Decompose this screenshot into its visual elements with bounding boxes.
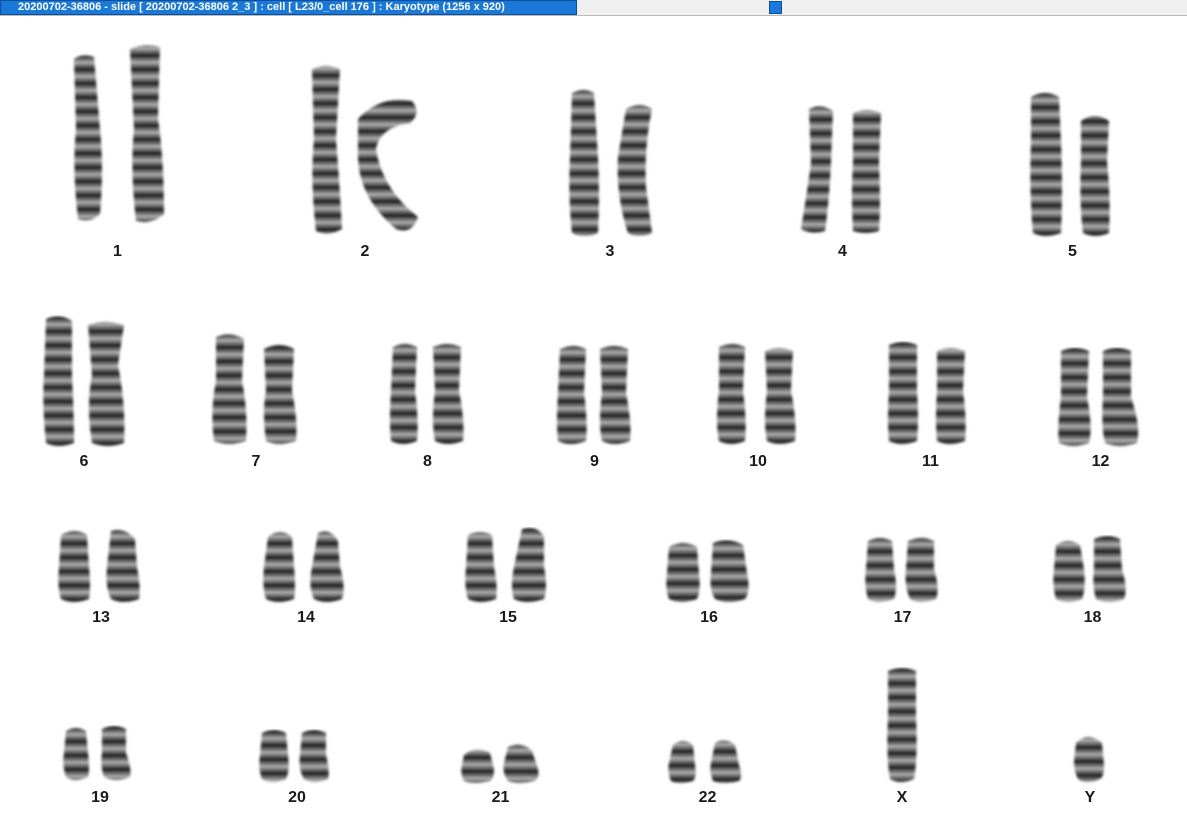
chromosome-label-15: 15 (499, 609, 517, 626)
chromosome-pair-7[interactable]: 7 (208, 331, 304, 471)
chromosome-label-y: Y (1084, 789, 1096, 806)
chromosome-y[interactable]: Y (1066, 731, 1114, 807)
chromosome-pair-5[interactable]: 5 (1025, 91, 1120, 261)
chromosome-label-16: 16 (700, 609, 718, 626)
window-title-tab[interactable]: 20200702-36806 - slide [ 20200702-36806 … (0, 0, 577, 15)
chromosome-18-image (1053, 536, 1126, 602)
chromosome-pair-17[interactable]: 17 (860, 535, 945, 627)
chromosome-label-14: 14 (297, 609, 315, 626)
chromosome-4-image (801, 106, 881, 233)
chromosome-11-image (888, 342, 966, 444)
chromosome-7-image (212, 334, 297, 444)
chromosome-label-3: 3 (605, 243, 615, 260)
chromosome-label-1: 1 (113, 243, 122, 260)
chromosome-pair-12[interactable]: 12 (1053, 347, 1148, 471)
chromosome-pair-10[interactable]: 10 (713, 341, 803, 471)
chromosome-pair-16[interactable]: 16 (663, 539, 755, 627)
chromosome-label-22: 22 (698, 789, 717, 806)
chromosome-y-image (1074, 737, 1104, 782)
chromosome-3-image (569, 90, 652, 236)
chromosome-label-x: X (896, 789, 908, 806)
chromosome-pair-1[interactable]: 1 (60, 39, 175, 261)
chromosome-21-image (461, 744, 539, 783)
chromosome-label-6: 6 (79, 453, 89, 470)
chromosome-2-image (312, 66, 418, 234)
title-bar: 20200702-36806 - slide [ 20200702-36806 … (0, 0, 1187, 16)
chromosome-label-21: 21 (491, 789, 510, 806)
chromosome-label-10: 10 (749, 453, 767, 470)
chromosome-pair-21[interactable]: 21 (458, 741, 543, 807)
chromosome-9-image (557, 346, 631, 444)
chromosome-label-20: 20 (288, 789, 306, 806)
chromosome-label-9: 9 (590, 453, 599, 470)
chromosome-x-image (887, 668, 917, 782)
chromosome-pair-8[interactable]: 8 (385, 341, 470, 471)
chromosome-label-18: 18 (1083, 609, 1102, 626)
chromosome-20-image (259, 730, 329, 782)
chromosome-22-image (668, 740, 741, 783)
chromosome-label-8: 8 (423, 453, 432, 470)
chromosome-13-image (58, 530, 140, 602)
chromosome-1-image (74, 45, 164, 223)
chromosome-15-image (465, 528, 546, 602)
chromosome-19-image (63, 726, 131, 780)
chromosome-label-4: 4 (838, 243, 847, 260)
chromosome-pair-19[interactable]: 19 (60, 725, 140, 807)
chromosome-6-image (43, 316, 125, 446)
chromosome-14-image (263, 531, 344, 602)
chromosome-pair-11[interactable]: 11 (883, 341, 978, 471)
chromosome-pair-18[interactable]: 18 (1050, 535, 1135, 627)
chromosome-pair-3[interactable]: 3 (560, 87, 660, 261)
chromosome-pair-6[interactable]: 6 (38, 315, 130, 471)
chromosome-pair-9[interactable]: 9 (552, 343, 637, 471)
chromosome-5-image (1030, 93, 1110, 236)
chromosome-pair-22[interactable]: 22 (665, 735, 750, 807)
scroll-thumb[interactable] (769, 1, 782, 14)
chromosome-label-13: 13 (92, 609, 110, 626)
chromosome-label-19: 19 (91, 789, 109, 806)
chromosome-16-image (666, 540, 749, 602)
chromosome-17-image (865, 538, 938, 602)
chromosome-pair-4[interactable]: 4 (795, 103, 890, 261)
chromosome-label-17: 17 (893, 609, 912, 626)
chromosome-10-image (717, 344, 796, 444)
karyotype-canvas: 1 2 3 4 5 6 7 8 9 10 11 12 13 14 15 16 1… (0, 17, 1187, 830)
chromosome-pair-14[interactable]: 14 (260, 527, 352, 627)
chromosome-label-2: 2 (360, 243, 370, 260)
chromosome-label-12: 12 (1091, 453, 1110, 470)
chromosome-pair-20[interactable]: 20 (256, 729, 338, 807)
chromosome-pair-13[interactable]: 13 (55, 527, 147, 627)
chromosome-8-image (390, 344, 464, 444)
chromosome-label-7: 7 (251, 453, 261, 470)
chromosome-pair-2[interactable]: 2 (300, 59, 430, 261)
chromosome-label-11: 11 (922, 453, 939, 470)
chromosome-pair-15[interactable]: 15 (462, 527, 554, 627)
chromosome-label-5: 5 (1068, 243, 1077, 260)
chromosome-12-image (1058, 348, 1139, 446)
chromosome-x[interactable]: X (876, 667, 928, 807)
